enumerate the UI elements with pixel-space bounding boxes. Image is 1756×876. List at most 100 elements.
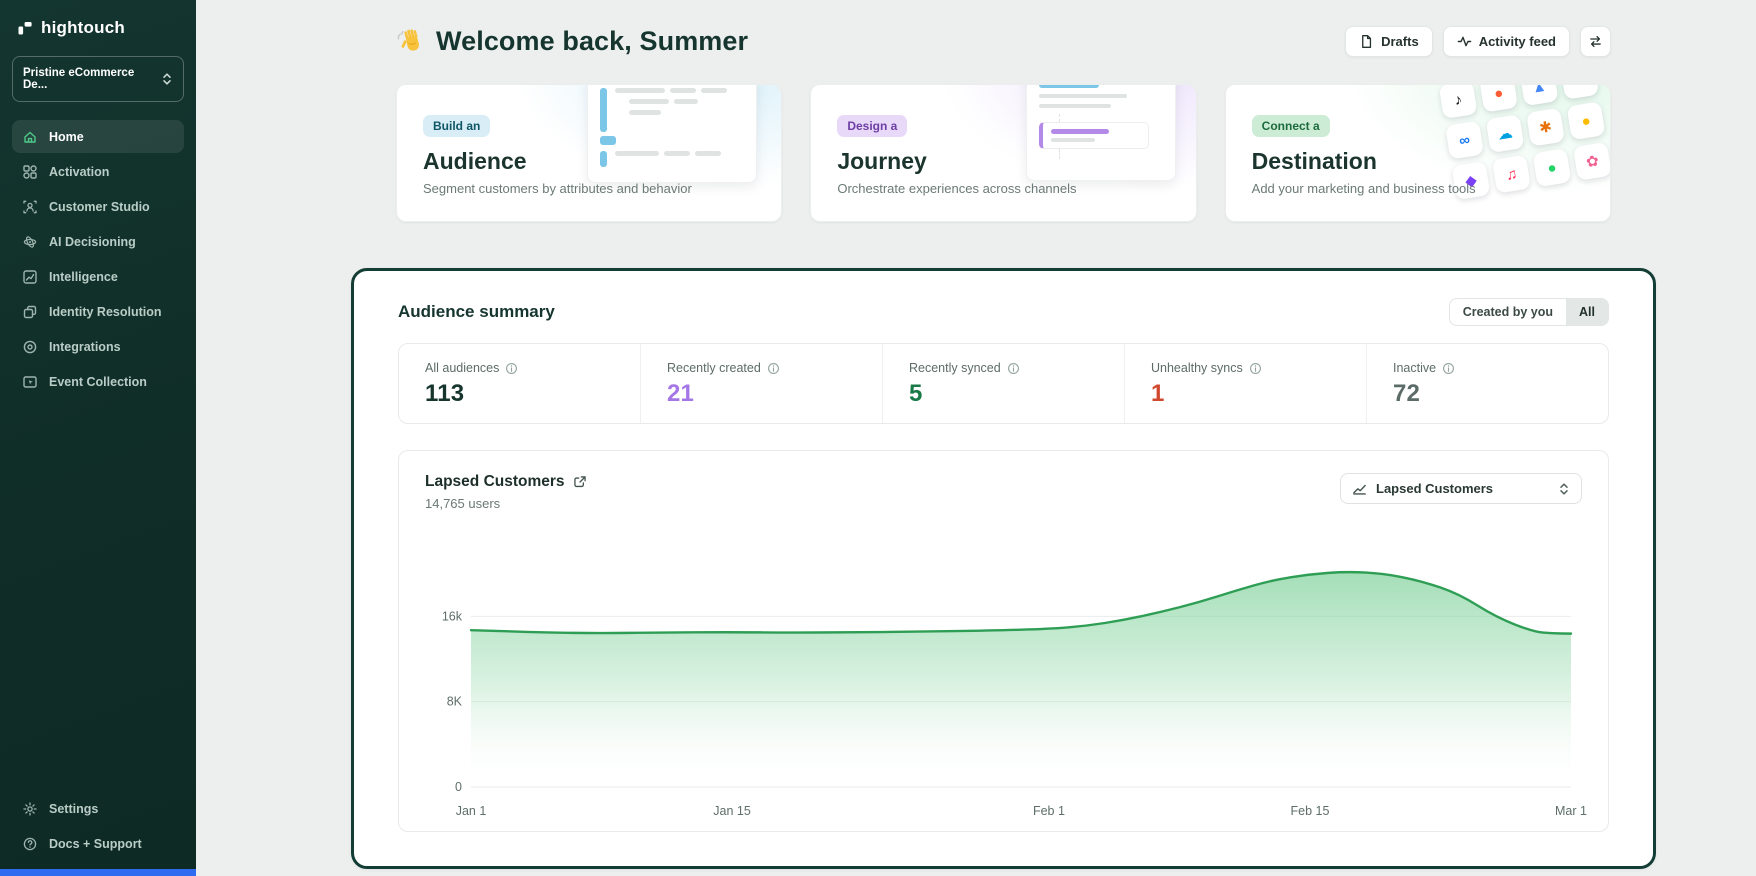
sidebar-item-event-collection[interactable]: Event Collection [12,365,184,398]
sidebar: hightouch Pristine eCommerce De... Home … [0,0,196,876]
swap-arrows-icon [1588,34,1603,49]
svg-text:Mar 1: Mar 1 [1555,804,1587,818]
stat-label: Recently created [667,361,761,375]
stat-value: 72 [1393,380,1582,408]
sidebar-item-customer-studio[interactable]: Customer Studio [12,190,184,223]
sidebar-item-intelligence[interactable]: Intelligence [12,260,184,293]
panel-title: Audience summary [398,302,555,322]
filter-created-by-you[interactable]: Created by you [1450,299,1566,325]
gear-icon [22,801,38,817]
drafts-label: Drafts [1381,34,1419,49]
stat-recently-synced: Recently synced 5 [882,344,1124,423]
info-icon[interactable] [767,362,780,375]
audience-summary-panel: Audience summary Created by you All All … [351,268,1656,869]
stat-label: All audiences [425,361,499,375]
activity-feed-label: Activity feed [1479,34,1556,49]
ai-decisioning-icon [22,234,38,250]
svg-text:Jan 15: Jan 15 [713,804,751,818]
activation-icon [22,164,38,180]
waving-hand-icon [396,27,426,57]
destination-logo-tile: ● [1567,101,1606,140]
sidebar-item-home[interactable]: Home [12,120,184,153]
sidebar-item-label: Event Collection [49,375,147,389]
sidebar-item-docs-support[interactable]: Docs + Support [12,827,184,860]
destination-logo-tile: ✦ [1560,84,1599,100]
promo-cards: Build an Audience Segment customers by a… [396,84,1611,222]
customer-studio-icon [22,199,38,215]
svg-text:0: 0 [455,780,462,794]
sidebar-item-integrations[interactable]: Integrations [12,330,184,363]
line-chart-icon [1352,481,1367,496]
chevron-up-down-icon [161,72,173,86]
lapsed-customers-chart-card: Lapsed Customers 14,765 users Lapsed Cus… [398,450,1609,832]
sidebar-item-label: Identity Resolution [49,305,162,319]
stat-value: 5 [909,380,1098,408]
stat-value: 1 [1151,380,1340,408]
card-badge: Design a [837,115,907,137]
greeting: Welcome back, Summer [396,26,748,57]
info-icon[interactable] [1249,362,1262,375]
card-title: Journey [837,148,1169,175]
card-subtitle: Add your marketing and business tools [1252,181,1584,196]
stat-label: Inactive [1393,361,1436,375]
info-icon[interactable] [1007,362,1020,375]
page-title: Welcome back, Summer [436,26,748,57]
destination-logo-tile: ▲ [1520,84,1559,106]
destination-logo-tile: ♪ [1439,84,1478,119]
hightouch-logo-icon [16,19,34,37]
main-content: Welcome back, Summer Drafts Activity fee… [196,0,1756,876]
info-icon[interactable] [505,362,518,375]
stat-value: 21 [667,380,856,408]
stat-all-audiences: All audiences 113 [399,344,640,423]
svg-text:Jan 1: Jan 1 [456,804,487,818]
stat-value: 113 [425,380,614,408]
external-link-icon[interactable] [573,475,587,489]
stat-inactive: Inactive 72 [1366,344,1608,423]
intelligence-icon [22,269,38,285]
hightouch-logo: hightouch [12,16,184,40]
header-actions: Drafts Activity feed [1345,26,1611,57]
sidebar-nav: Home Activation Customer Studio AI Decis… [12,120,184,398]
home-icon [22,129,38,145]
sidebar-item-ai-decisioning[interactable]: AI Decisioning [12,225,184,258]
help-bubble-icon [22,836,38,852]
sidebar-item-label: Intelligence [49,270,118,284]
card-title: Audience [423,148,755,175]
sidebar-item-label: Customer Studio [49,200,150,214]
chart-title: Lapsed Customers [425,473,565,491]
area-chart: 08K16kJan 1Jan 15Feb 1Feb 15Mar 1 [425,517,1582,823]
logo-text: hightouch [41,18,125,38]
page-header: Welcome back, Summer Drafts Activity fee… [396,26,1611,57]
info-icon[interactable] [1442,362,1455,375]
card-subtitle: Orchestrate experiences across channels [837,181,1169,196]
chart-audience-select[interactable]: Lapsed Customers [1340,473,1582,504]
activity-feed-button[interactable]: Activity feed [1443,26,1570,57]
select-value: Lapsed Customers [1376,481,1549,496]
destination-logo-tile: ● [1479,84,1518,113]
design-journey-card[interactable]: Design a Journey Orchestrate experiences… [810,84,1196,222]
activity-pulse-icon [1457,34,1472,49]
stat-label: Unhealthy syncs [1151,361,1243,375]
destination-logo-tile: ✱ [1526,108,1565,147]
card-badge: Build an [423,115,490,137]
swap-workspace-button[interactable] [1580,26,1611,57]
svg-text:Feb 1: Feb 1 [1033,804,1065,818]
drafts-button[interactable]: Drafts [1345,26,1433,57]
chevron-up-down-icon [1558,482,1570,496]
sidebar-item-activation[interactable]: Activation [12,155,184,188]
card-badge: Connect a [1252,115,1330,137]
stat-label: Recently synced [909,361,1001,375]
build-audience-card[interactable]: Build an Audience Segment customers by a… [396,84,782,222]
filter-all[interactable]: All [1566,299,1608,325]
workspace-selector[interactable]: Pristine eCommerce De... [12,56,184,102]
audience-filter-segmented: Created by you All [1449,298,1609,326]
chart-users-count: 14,765 users [425,496,587,511]
audience-stats: All audiences 113 Recently created 21 Re… [398,343,1609,424]
stat-recently-created: Recently created 21 [640,344,882,423]
sidebar-item-settings[interactable]: Settings [12,792,184,825]
sidebar-item-identity-resolution[interactable]: Identity Resolution [12,295,184,328]
sidebar-item-label: Settings [49,802,98,816]
connect-destination-card[interactable]: ♪●▲✦∞☁✱●◆♫●✿ Connect a Destination Add y… [1225,84,1611,222]
sidebar-item-label: Activation [49,165,109,179]
svg-text:8K: 8K [447,695,463,709]
